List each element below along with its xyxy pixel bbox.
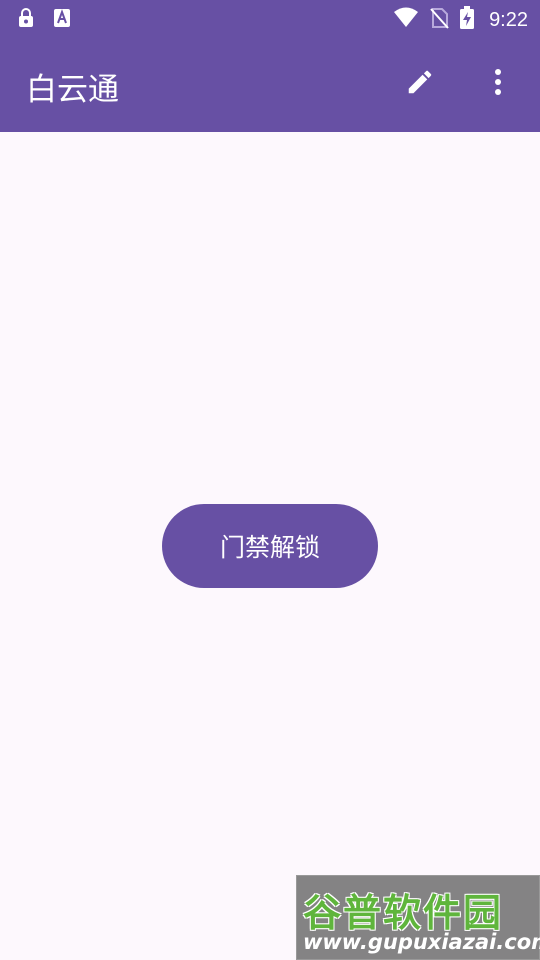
status-bar: 9:22 [0, 0, 540, 36]
status-right-icons: 9:22 [393, 6, 528, 34]
wifi-icon [393, 7, 419, 33]
door-unlock-button[interactable]: 门禁解锁 [162, 504, 378, 588]
battery-charging-icon [459, 6, 475, 34]
more-vert-icon [493, 68, 503, 100]
app-screen: 9:22 白云通 门禁解锁 谷普软件园 www.gupuxiazai.com [0, 0, 540, 960]
status-left-icons [18, 8, 70, 32]
watermark-logo: 谷普软件园 www.gupuxiazai.com [296, 875, 540, 960]
lock-icon [18, 8, 34, 32]
watermark-name: 谷普软件园 [303, 891, 504, 935]
app-bar: 白云通 [0, 36, 540, 132]
status-time: 9:22 [489, 8, 528, 31]
no-sim-icon [429, 7, 449, 33]
font-icon [54, 8, 70, 32]
edit-icon [405, 67, 435, 101]
watermark-url: www.gupuxiazai.com [303, 930, 540, 954]
edit-button[interactable] [402, 66, 438, 102]
app-title: 白云通 [26, 72, 119, 108]
app-bar-actions [402, 66, 516, 102]
more-options-button[interactable] [480, 66, 516, 102]
main-content: 门禁解锁 [0, 132, 540, 960]
